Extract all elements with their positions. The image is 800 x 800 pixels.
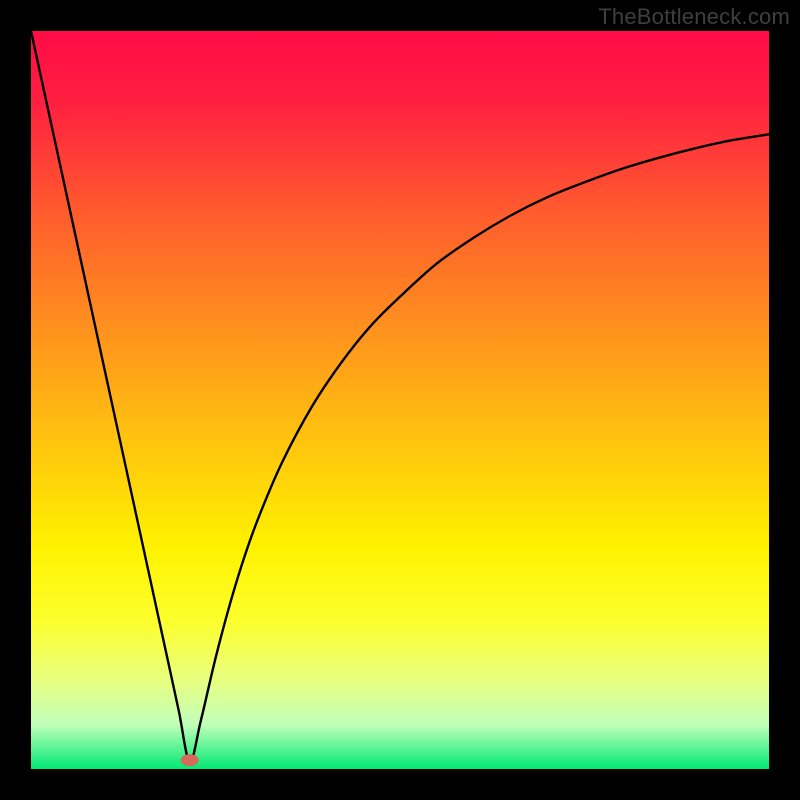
plot-area [31,31,769,769]
watermark-text: TheBottleneck.com [598,4,790,30]
chart-frame: TheBottleneck.com [0,0,800,800]
optimal-point-marker [181,754,199,766]
chart-svg [31,31,769,769]
chart-background [31,31,769,769]
